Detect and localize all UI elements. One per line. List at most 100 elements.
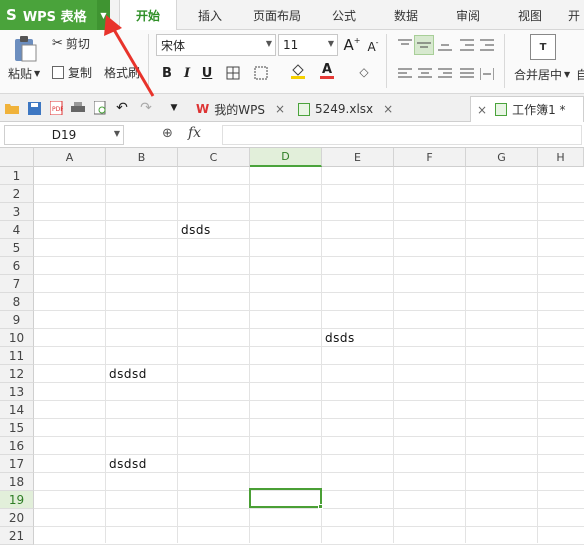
open-folder-icon[interactable] [4,100,20,116]
justify-icon [460,68,474,78]
font-size-select[interactable]: 11 ▼ [278,34,338,56]
column-header-a[interactable]: A [34,148,106,167]
align-right-button[interactable] [436,65,454,83]
row-header-3[interactable]: 3 [0,203,34,221]
bold-button[interactable]: B [158,64,176,82]
cell-c4[interactable]: dsds [178,221,250,239]
row-header-16[interactable]: 16 [0,437,34,455]
row-header-12[interactable]: 12 [0,365,34,383]
format-painter-button[interactable]: 格式刷 [104,63,140,81]
column-gridline [465,167,466,543]
fill-pattern-button[interactable] [252,64,270,82]
align-left-button[interactable] [396,65,414,83]
copy-button[interactable]: 复制 [52,63,92,81]
row-header-20[interactable]: 20 [0,509,34,527]
doc-tab-5249[interactable]: 5249.xlsx × [292,96,399,122]
cell-b12[interactable]: dsdsd [106,365,178,383]
row-gridline [34,202,584,203]
tab-data[interactable]: 数据 [380,0,432,30]
paste-button[interactable]: 粘贴 ▼ [8,64,40,82]
cut-button[interactable]: ✂ 剪切 [52,34,90,52]
app-menu-dropdown-icon[interactable]: ▼ [97,0,110,30]
align-bottom-button[interactable] [436,36,454,54]
row-header-8[interactable]: 8 [0,293,34,311]
row-header-1[interactable]: 1 [0,167,34,185]
row-header-21[interactable]: 21 [0,527,34,545]
row-header-19[interactable]: 19 [0,491,34,509]
fx-icon[interactable]: fx [188,125,201,141]
row-header-10[interactable]: 10 [0,329,34,347]
row-header-2[interactable]: 2 [0,185,34,203]
shrink-font-button[interactable]: A- [364,38,382,56]
align-middle-button[interactable] [414,35,434,55]
paste-icon[interactable] [10,34,40,64]
clear-format-button[interactable]: ◇ [355,63,373,81]
italic-button[interactable]: I [178,64,196,82]
close-icon[interactable]: × [383,102,393,116]
row-header-6[interactable]: 6 [0,257,34,275]
grow-font-button[interactable]: A + [343,36,361,54]
cell-b17[interactable]: dsdsd [106,455,178,473]
tab-view[interactable]: 视图 [504,0,556,30]
print-icon[interactable] [70,100,86,116]
tab-home[interactable]: 开始 [119,0,177,31]
close-icon[interactable]: × [477,103,487,117]
row-header-13[interactable]: 13 [0,383,34,401]
doc-tab-workbook1[interactable]: × 工作簿1 * [470,96,584,122]
column-header-f[interactable]: F [394,148,466,167]
column-header-g[interactable]: G [466,148,538,167]
undo-icon[interactable]: ↶ [114,100,130,116]
redo-icon[interactable]: ↷ [138,100,154,116]
row-header-15[interactable]: 15 [0,419,34,437]
active-cell-d19[interactable] [249,488,322,508]
shrink-font-glyph: A [367,40,376,54]
formula-input[interactable] [222,125,582,145]
borders-button[interactable] [224,64,242,82]
decrease-indent-button[interactable] [458,36,476,54]
doc-tab-my-wps[interactable]: W 我的WPS × [190,96,291,122]
wps-app-menu-button[interactable]: S WPS 表格 [0,0,97,30]
column-header-d[interactable]: D [250,148,322,167]
fill-handle[interactable] [318,504,323,509]
merge-center-button[interactable]: 合并居中 ▼ [514,65,570,83]
font-color-button[interactable]: A [318,62,336,80]
select-all-corner[interactable] [0,148,34,167]
underline-button[interactable]: U [198,64,216,82]
tab-formulas[interactable]: 公式 [318,0,370,30]
row-header-9[interactable]: 9 [0,311,34,329]
row-header-17[interactable]: 17 [0,455,34,473]
cell-e10[interactable]: dsds [322,329,394,347]
tab-developer[interactable]: 开 [564,0,584,30]
quick-access-dropdown-icon[interactable]: ▼ [166,100,182,116]
wrap-text-button[interactable]: 自 [576,65,584,83]
close-icon[interactable]: × [275,102,285,116]
print-preview-icon[interactable] [92,100,108,116]
distribute-button[interactable] [478,65,496,83]
row-header-7[interactable]: 7 [0,275,34,293]
grow-font-glyph: A [343,36,354,54]
align-center-button[interactable] [416,65,434,83]
name-box[interactable]: D19 ▼ [4,125,124,145]
column-header-e[interactable]: E [322,148,394,167]
fill-color-button[interactable] [289,62,307,80]
merge-center-icon[interactable]: T [530,34,556,60]
increase-indent-button[interactable] [478,36,496,54]
font-name-select[interactable]: 宋体 ▼ [156,34,276,56]
column-header-h[interactable]: H [538,148,584,167]
tab-page-layout[interactable]: 页面布局 [244,0,310,30]
zoom-search-icon[interactable]: ⊕ [162,126,173,141]
tab-insert[interactable]: 插入 [183,0,237,30]
column-header-b[interactable]: B [106,148,178,167]
justify-button[interactable] [458,65,476,83]
row-header-18[interactable]: 18 [0,473,34,491]
row-header-5[interactable]: 5 [0,239,34,257]
align-top-button[interactable] [396,36,414,54]
column-header-c[interactable]: C [178,148,250,167]
merge-dropdown-icon: ▼ [564,69,571,79]
row-header-11[interactable]: 11 [0,347,34,365]
row-header-14[interactable]: 14 [0,401,34,419]
tab-review[interactable]: 审阅 [442,0,494,30]
export-pdf-icon[interactable]: PDF [48,100,64,116]
save-icon[interactable] [26,100,42,116]
row-header-4[interactable]: 4 [0,221,34,239]
